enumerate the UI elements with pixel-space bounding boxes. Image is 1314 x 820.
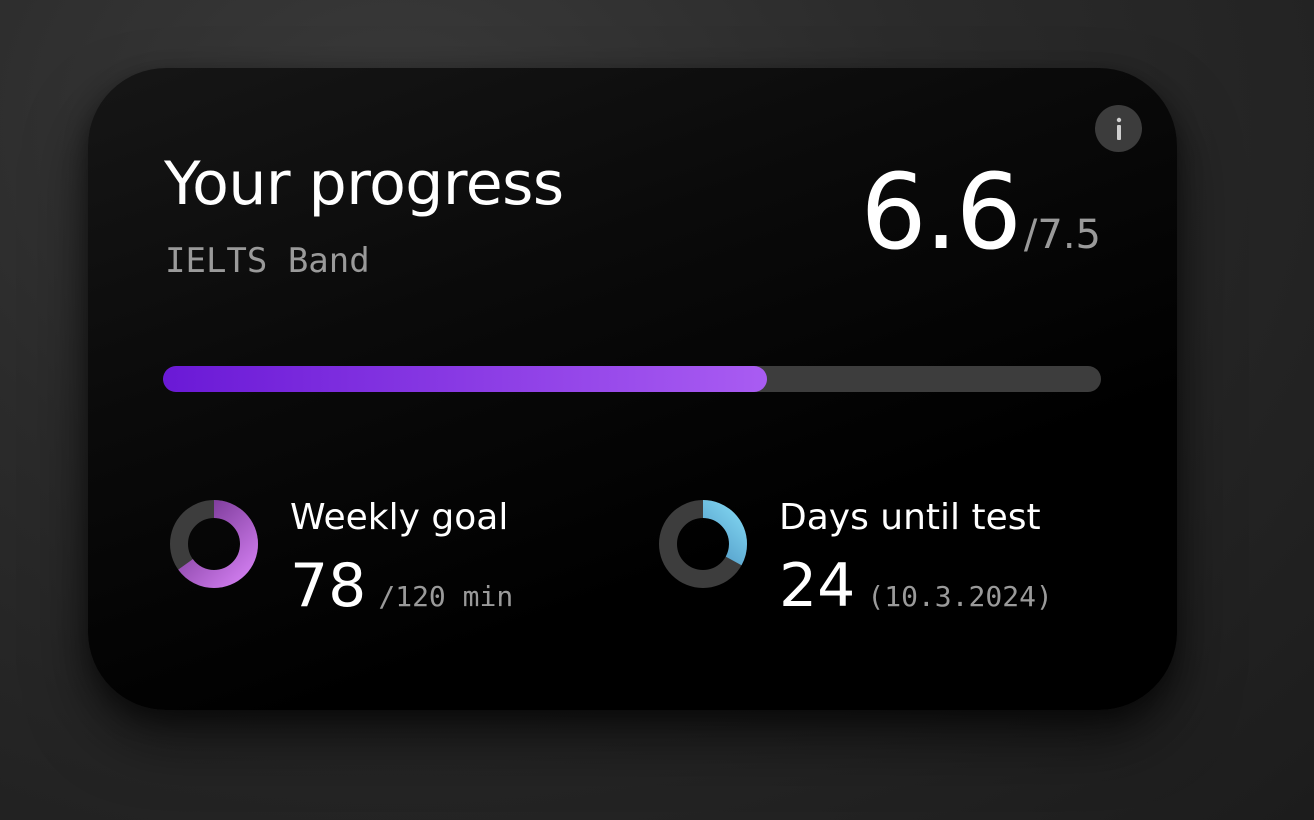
weekly-goal-unit: /120 min: [378, 580, 514, 613]
weekly-goal-value: 78: [290, 551, 367, 621]
card-title: Your progress: [164, 149, 564, 219]
days-until-test-label: Days until test: [779, 497, 1041, 538]
days-until-test-value: 24: [779, 551, 856, 621]
days-until-test-ring: [659, 500, 747, 588]
info-button[interactable]: [1095, 105, 1142, 152]
weekly-goal-value-row: 78 /120 min: [290, 556, 513, 616]
weekly-goal-label: Weekly goal: [290, 497, 509, 538]
card-subtitle: IELTS Band: [165, 241, 370, 281]
days-until-test-value-row: 24 (10.3.2024): [779, 556, 1053, 616]
progress-bar: [163, 366, 1101, 392]
band-score: 6.6 /7.5: [861, 160, 1102, 264]
progress-bar-fill: [163, 366, 768, 392]
progress-card: Your progress IELTS Band 6.6 /7.5 Weekly…: [88, 68, 1177, 710]
score-value: 6.6: [860, 151, 1022, 273]
score-max: /7.5: [1023, 212, 1101, 258]
info-icon: [1116, 117, 1121, 140]
days-until-test-date: (10.3.2024): [867, 580, 1053, 613]
weekly-goal-ring: [170, 500, 258, 588]
